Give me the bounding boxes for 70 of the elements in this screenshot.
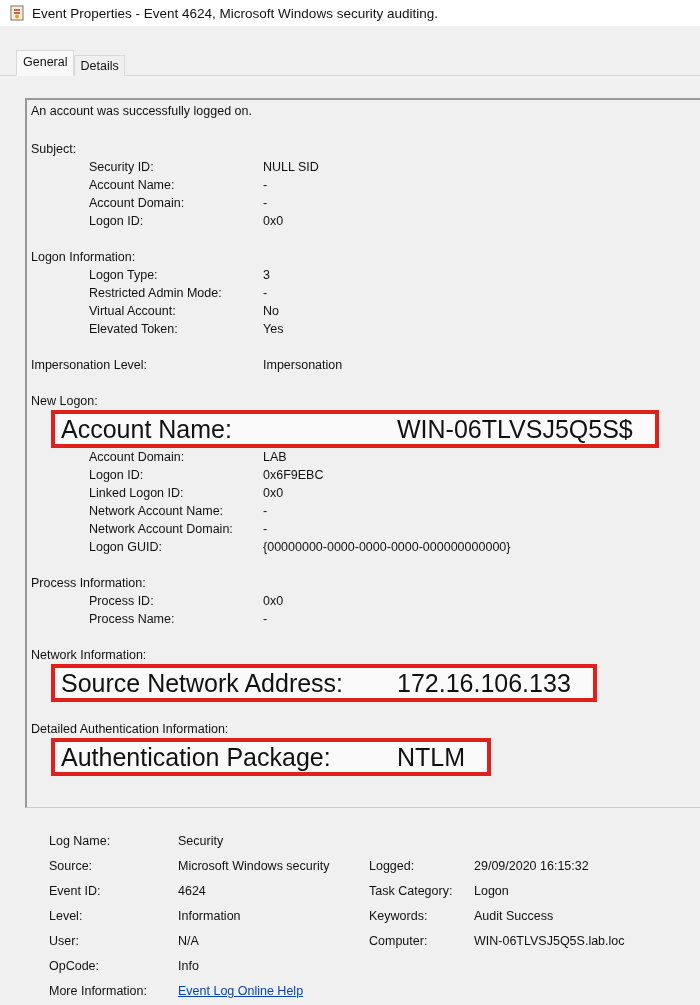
field-label: Network Account Name:: [89, 503, 225, 520]
field-label: Account Domain:: [89, 449, 186, 466]
field-label: Logon Type:: [89, 267, 159, 284]
highlighted-field: Authentication Package: NTLM: [51, 738, 492, 776]
property-label: Keywords:: [369, 908, 429, 925]
field-label: Restricted Admin Mode:: [89, 285, 223, 302]
field-value: 0x0: [263, 485, 284, 502]
field-label: Account Name:: [89, 177, 176, 194]
field-label: Elevated Token:: [89, 321, 179, 338]
field-value: LAB: [263, 449, 287, 466]
field-value: {00000000-0000-0000-0000-000000000000}: [263, 539, 511, 556]
field-value: 3: [263, 267, 270, 284]
field-label: Virtual Account:: [89, 303, 177, 320]
property-label: Logged:: [369, 858, 416, 875]
property-label: Source:: [49, 858, 94, 875]
property-value: Information: [178, 908, 242, 925]
field-label: Process Name:: [89, 611, 176, 628]
field-value: -: [263, 503, 268, 520]
field-value: NULL SID: [263, 159, 319, 176]
property-label: Task Category:: [369, 883, 454, 900]
field-value: -: [263, 285, 268, 302]
field-label: Process ID:: [89, 593, 155, 610]
property-value: Logon: [474, 883, 510, 900]
field-value: -: [263, 611, 268, 628]
highlighted-field: Account Name: WIN-06TLVSJ5Q5S$: [51, 410, 659, 448]
property-label: More Information:: [49, 983, 148, 1000]
tab[interactable]: General: [16, 50, 75, 76]
field-value: Yes: [263, 321, 284, 338]
help-link[interactable]: Event Log Online Help: [178, 982, 369, 1000]
property-value: WIN-06TLVSJ5Q5S.lab.loc: [474, 933, 626, 950]
field-value: -: [263, 177, 268, 194]
field-label: Network Account Domain:: [89, 521, 234, 538]
field-value: -: [263, 521, 268, 538]
tab[interactable]: Details: [74, 55, 125, 76]
field-value: 0x0: [263, 593, 284, 610]
section-heading: Subject:: [31, 141, 78, 158]
field-value: 0x6F9EBC: [263, 467, 324, 484]
property-label: Log Name:: [49, 833, 112, 850]
property-value: Audit Success: [474, 908, 555, 925]
section-heading: Process Information:: [31, 575, 147, 592]
highlighted-field: Source Network Address: 172.16.106.133: [51, 664, 597, 702]
field-label: Logon ID:: [89, 467, 145, 484]
field-label: Logon ID:: [89, 213, 145, 230]
property-value: Security: [178, 833, 225, 850]
property-label: Event ID:: [49, 883, 102, 900]
section-heading: Detailed Authentication Information:: [31, 721, 230, 738]
property-value: 4624: [178, 883, 207, 900]
field-value: 0x0: [263, 213, 284, 230]
field-value: -: [263, 195, 268, 212]
field-value: No: [263, 303, 279, 320]
property-value: N/A: [178, 933, 200, 950]
field-value: Impersonation: [263, 357, 343, 374]
field-label: Linked Logon ID:: [89, 485, 185, 502]
property-label: Level:: [49, 908, 84, 925]
field-label: Account Domain:: [89, 195, 186, 212]
field-label: Logon GUID:: [89, 539, 163, 556]
section-heading: Network Information:: [31, 647, 148, 664]
field-label: Impersonation Level:: [31, 357, 149, 374]
window-title: Event Properties - Event 4624, Microsoft Windows security auditing.: [32, 5, 438, 21]
description-sentence: An account was successfully logged on.: [31, 104, 253, 120]
section-heading: Logon Information:: [31, 249, 137, 266]
property-label: User:: [49, 933, 80, 950]
event-log-icon: [10, 5, 24, 21]
field-label: Security ID:: [89, 159, 155, 176]
property-value: Microsoft Windows security: [178, 858, 331, 875]
property-value: Info: [178, 958, 200, 975]
property-label: OpCode:: [49, 958, 101, 975]
property-label: Computer:: [369, 933, 429, 950]
section-heading: New Logon:: [31, 393, 99, 410]
property-value: 29/09/2020 16:15:32: [474, 858, 590, 875]
